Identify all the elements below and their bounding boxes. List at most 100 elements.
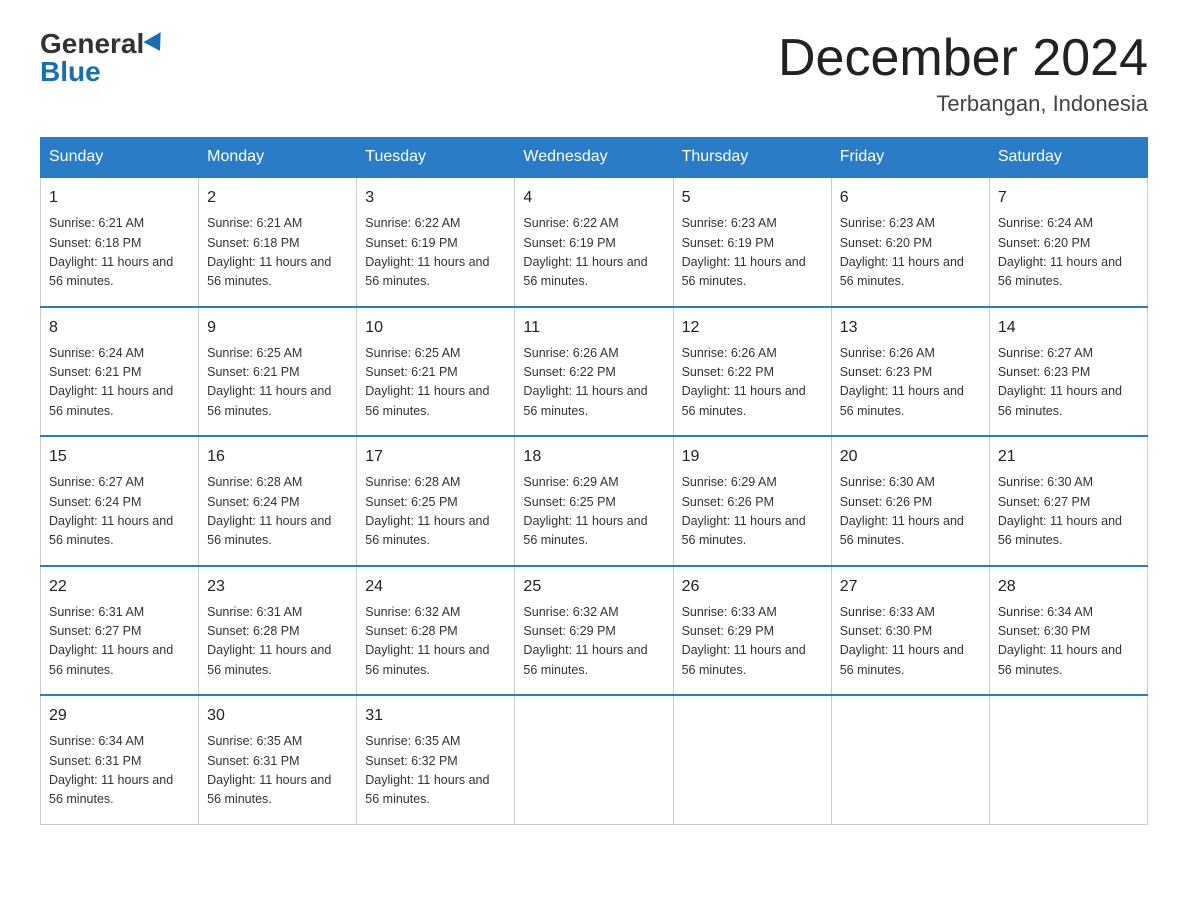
day-number: 4 [523, 186, 664, 210]
day-number: 19 [682, 445, 823, 469]
day-info: Sunrise: 6:30 AMSunset: 6:27 PMDaylight:… [998, 473, 1139, 551]
day-info: Sunrise: 6:22 AMSunset: 6:19 PMDaylight:… [523, 214, 664, 292]
day-info: Sunrise: 6:31 AMSunset: 6:27 PMDaylight:… [49, 603, 190, 681]
day-info: Sunrise: 6:32 AMSunset: 6:29 PMDaylight:… [523, 603, 664, 681]
day-number: 12 [682, 316, 823, 340]
calendar-table: SundayMondayTuesdayWednesdayThursdayFrid… [40, 137, 1148, 825]
title-section: December 2024 Terbangan, Indonesia [778, 30, 1148, 117]
calendar-cell: 10Sunrise: 6:25 AMSunset: 6:21 PMDayligh… [357, 307, 515, 437]
calendar-cell: 11 Sunrise: 6:26 AMSunset: 6:22 PMDayligh… [515, 307, 673, 437]
day-info: Sunrise: 6:25 AMSunset: 6:21 PMDaylight:… [207, 344, 348, 422]
day-number: 13 [840, 316, 981, 340]
day-number: 29 [49, 704, 190, 728]
day-number: 16 [207, 445, 348, 469]
day-number: 1 [49, 186, 190, 210]
calendar-cell: 9 Sunrise: 6:25 AMSunset: 6:21 PMDaylight… [199, 307, 357, 437]
calendar-cell: 17Sunrise: 6:28 AMSunset: 6:25 PMDayligh… [357, 436, 515, 566]
column-header-friday: Friday [831, 138, 989, 178]
logo: General Blue [40, 30, 166, 86]
day-number: 15 [49, 445, 190, 469]
day-info: Sunrise: 6:24 AMSunset: 6:20 PMDaylight:… [998, 214, 1139, 292]
day-number: 2 [207, 186, 348, 210]
calendar-cell: 20 Sunrise: 6:30 AMSunset: 6:26 PMDayligh… [831, 436, 989, 566]
day-info: Sunrise: 6:24 AMSunset: 6:21 PMDaylight:… [49, 344, 190, 422]
day-number: 21 [998, 445, 1139, 469]
page-subtitle: Terbangan, Indonesia [778, 91, 1148, 117]
day-info: Sunrise: 6:33 AMSunset: 6:30 PMDaylight:… [840, 603, 981, 681]
calendar-cell: 27 Sunrise: 6:33 AMSunset: 6:30 PMDayligh… [831, 566, 989, 696]
day-info: Sunrise: 6:27 AMSunset: 6:23 PMDaylight:… [998, 344, 1139, 422]
calendar-cell: 29 Sunrise: 6:34 AMSunset: 6:31 PMDayligh… [41, 695, 199, 824]
calendar-cell: 22 Sunrise: 6:31 AMSunset: 6:27 PMDayligh… [41, 566, 199, 696]
day-number: 31 [365, 704, 506, 728]
day-info: Sunrise: 6:21 AMSunset: 6:18 PMDaylight:… [49, 214, 190, 292]
day-number: 30 [207, 704, 348, 728]
day-info: Sunrise: 6:31 AMSunset: 6:28 PMDaylight:… [207, 603, 348, 681]
day-info: Sunrise: 6:34 AMSunset: 6:30 PMDaylight:… [998, 603, 1139, 681]
day-number: 26 [682, 575, 823, 599]
day-number: 22 [49, 575, 190, 599]
column-header-monday: Monday [199, 138, 357, 178]
column-header-saturday: Saturday [989, 138, 1147, 178]
calendar-cell [831, 695, 989, 824]
calendar-cell: 14 Sunrise: 6:27 AMSunset: 6:23 PMDayligh… [989, 307, 1147, 437]
calendar-cell: 19Sunrise: 6:29 AMSunset: 6:26 PMDayligh… [673, 436, 831, 566]
calendar-cell: 23 Sunrise: 6:31 AMSunset: 6:28 PMDayligh… [199, 566, 357, 696]
calendar-cell: 6Sunrise: 6:23 AMSunset: 6:20 PMDaylight… [831, 177, 989, 307]
calendar-cell: 21 Sunrise: 6:30 AMSunset: 6:27 PMDayligh… [989, 436, 1147, 566]
week-row-5: 29 Sunrise: 6:34 AMSunset: 6:31 PMDayligh… [41, 695, 1148, 824]
day-number: 7 [998, 186, 1139, 210]
day-info: Sunrise: 6:26 AMSunset: 6:22 PMDaylight:… [523, 344, 664, 422]
day-info: Sunrise: 6:26 AMSunset: 6:22 PMDaylight:… [682, 344, 823, 422]
day-number: 25 [523, 575, 664, 599]
day-info: Sunrise: 6:23 AMSunset: 6:20 PMDaylight:… [840, 214, 981, 292]
calendar-cell: 28 Sunrise: 6:34 AMSunset: 6:30 PMDayligh… [989, 566, 1147, 696]
logo-text-blue: Blue [40, 58, 101, 86]
day-number: 24 [365, 575, 506, 599]
calendar-cell: 1 Sunrise: 6:21 AMSunset: 6:18 PMDaylight… [41, 177, 199, 307]
calendar-cell: 13Sunrise: 6:26 AMSunset: 6:23 PMDayligh… [831, 307, 989, 437]
day-number: 20 [840, 445, 981, 469]
page-title: December 2024 [778, 30, 1148, 87]
day-info: Sunrise: 6:30 AMSunset: 6:26 PMDaylight:… [840, 473, 981, 551]
calendar-cell: 7 Sunrise: 6:24 AMSunset: 6:20 PMDaylight… [989, 177, 1147, 307]
day-number: 9 [207, 316, 348, 340]
day-info: Sunrise: 6:35 AMSunset: 6:32 PMDaylight:… [365, 732, 506, 810]
day-info: Sunrise: 6:21 AMSunset: 6:18 PMDaylight:… [207, 214, 348, 292]
calendar-cell [515, 695, 673, 824]
calendar-cell [673, 695, 831, 824]
column-header-thursday: Thursday [673, 138, 831, 178]
logo-triangle-icon [144, 32, 169, 56]
day-number: 18 [523, 445, 664, 469]
day-number: 8 [49, 316, 190, 340]
column-header-sunday: Sunday [41, 138, 199, 178]
day-number: 27 [840, 575, 981, 599]
day-info: Sunrise: 6:22 AMSunset: 6:19 PMDaylight:… [365, 214, 506, 292]
day-number: 10 [365, 316, 506, 340]
week-row-1: 1 Sunrise: 6:21 AMSunset: 6:18 PMDaylight… [41, 177, 1148, 307]
calendar-cell: 16Sunrise: 6:28 AMSunset: 6:24 PMDayligh… [199, 436, 357, 566]
week-row-2: 8 Sunrise: 6:24 AMSunset: 6:21 PMDaylight… [41, 307, 1148, 437]
calendar-cell: 3 Sunrise: 6:22 AMSunset: 6:19 PMDaylight… [357, 177, 515, 307]
day-info: Sunrise: 6:33 AMSunset: 6:29 PMDaylight:… [682, 603, 823, 681]
week-row-3: 15 Sunrise: 6:27 AMSunset: 6:24 PMDayligh… [41, 436, 1148, 566]
calendar-cell: 8 Sunrise: 6:24 AMSunset: 6:21 PMDaylight… [41, 307, 199, 437]
calendar-cell: 30 Sunrise: 6:35 AMSunset: 6:31 PMDayligh… [199, 695, 357, 824]
day-number: 23 [207, 575, 348, 599]
day-number: 14 [998, 316, 1139, 340]
day-info: Sunrise: 6:35 AMSunset: 6:31 PMDaylight:… [207, 732, 348, 810]
page-header: General Blue December 2024 Terbangan, In… [40, 30, 1148, 117]
day-number: 5 [682, 186, 823, 210]
week-row-4: 22 Sunrise: 6:31 AMSunset: 6:27 PMDayligh… [41, 566, 1148, 696]
calendar-cell: 18Sunrise: 6:29 AMSunset: 6:25 PMDayligh… [515, 436, 673, 566]
day-number: 28 [998, 575, 1139, 599]
day-info: Sunrise: 6:34 AMSunset: 6:31 PMDaylight:… [49, 732, 190, 810]
calendar-cell: 26 Sunrise: 6:33 AMSunset: 6:29 PMDayligh… [673, 566, 831, 696]
day-number: 11 [523, 316, 664, 340]
day-number: 3 [365, 186, 506, 210]
calendar-cell: 24Sunrise: 6:32 AMSunset: 6:28 PMDayligh… [357, 566, 515, 696]
calendar-cell: 2 Sunrise: 6:21 AMSunset: 6:18 PMDaylight… [199, 177, 357, 307]
day-info: Sunrise: 6:28 AMSunset: 6:25 PMDaylight:… [365, 473, 506, 551]
calendar-cell: 31 Sunrise: 6:35 AMSunset: 6:32 PMDayligh… [357, 695, 515, 824]
day-info: Sunrise: 6:27 AMSunset: 6:24 PMDaylight:… [49, 473, 190, 551]
